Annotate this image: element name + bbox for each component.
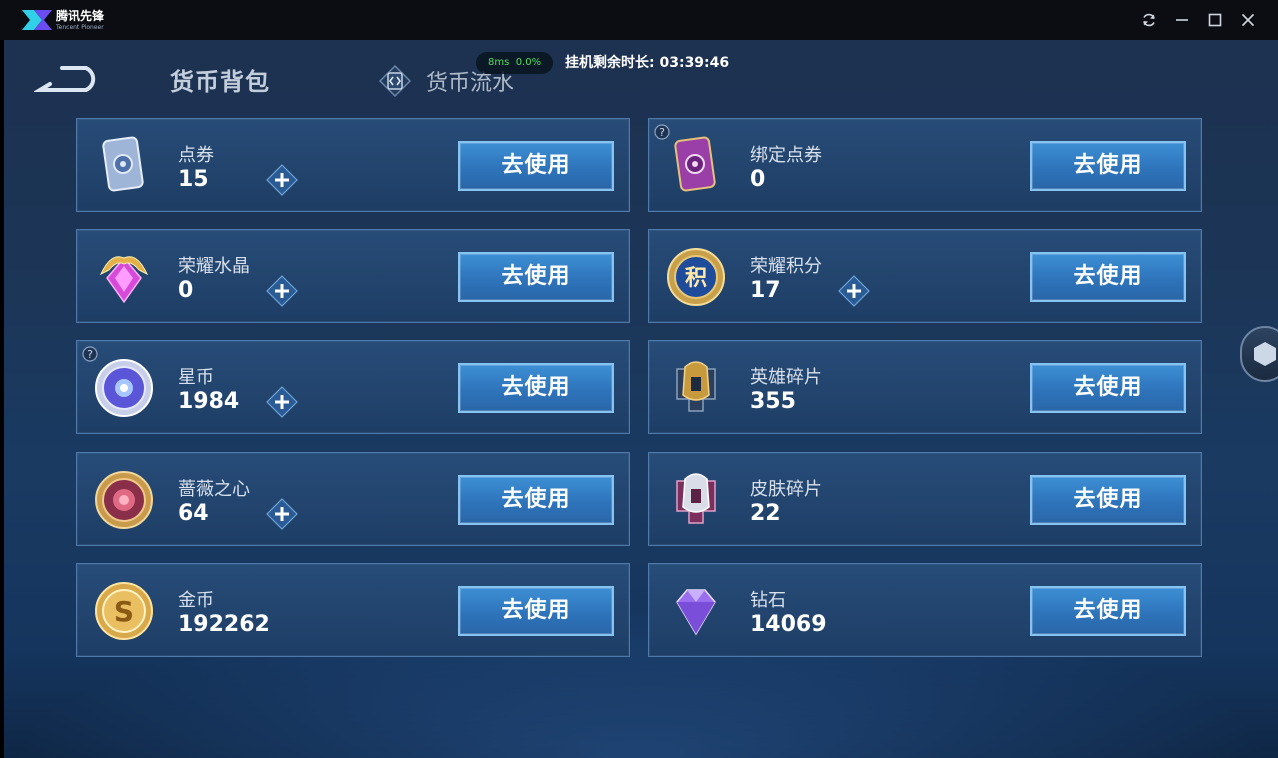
idle-timer-value: 03:39:46 (659, 55, 730, 71)
use-button[interactable]: 去使用 (458, 363, 614, 413)
currency-name: 绑定点券 (750, 145, 822, 166)
currency-name: 钻石 (750, 590, 786, 611)
add-plus-icon[interactable] (265, 385, 299, 419)
use-button[interactable]: 去使用 (458, 252, 614, 302)
close-icon[interactable] (1238, 10, 1258, 30)
currency-value: 17 (750, 278, 781, 303)
use-button[interactable]: 去使用 (458, 586, 614, 636)
currency-value: 15 (178, 167, 209, 192)
currency-value: 0 (178, 278, 194, 303)
flow-diamond-icon (378, 64, 412, 98)
glory-points-icon: 积 (667, 248, 725, 306)
add-plus-icon[interactable] (837, 274, 871, 308)
currency-name: 金币 (178, 590, 214, 611)
maximize-icon[interactable] (1205, 10, 1225, 30)
use-button[interactable]: 去使用 (1030, 252, 1186, 302)
refresh-icon[interactable] (1139, 10, 1159, 30)
idle-timer-label: 挂机剩余时长: (565, 55, 655, 71)
add-plus-icon[interactable] (265, 163, 299, 197)
currency-name: 蔷薇之心 (178, 479, 250, 500)
use-button[interactable]: 去使用 (458, 475, 614, 525)
currency-name: 荣耀水晶 (178, 256, 250, 277)
game-viewport: 货币背包 货币流水 8ms 0.0% 挂机剩余时长: 03:39:46 点券 15… (4, 40, 1278, 758)
side-expand-handle[interactable] (1240, 326, 1278, 382)
currency-value: 22 (750, 501, 781, 526)
page-title: 货币背包 (170, 68, 270, 96)
use-button[interactable]: 去使用 (458, 141, 614, 191)
currency-card: 钻石 14069 去使用 (648, 563, 1202, 657)
add-plus-icon[interactable] (265, 497, 299, 531)
currency-value: 14069 (750, 612, 827, 637)
svg-text:S: S (114, 595, 134, 628)
gold-coin-icon: S (95, 582, 153, 640)
app-name: 腾讯先锋 (56, 9, 105, 23)
use-button[interactable]: 去使用 (1030, 586, 1186, 636)
currency-card: 英雄碎片 355 去使用 (648, 340, 1202, 434)
bound-voucher-card-icon (674, 136, 716, 192)
currency-card: S 金币 192262 去使用 (76, 563, 630, 657)
currency-value: 1984 (178, 389, 240, 414)
currency-card: 积 荣耀积分 17 去使用 (648, 229, 1202, 323)
glory-crystal-icon (99, 256, 149, 304)
skin-fragment-icon (676, 473, 716, 524)
currency-card: 点券 15 去使用 (76, 118, 630, 212)
hexagon-icon (1254, 342, 1276, 366)
add-plus-icon[interactable] (265, 274, 299, 308)
app-logo-icon (22, 10, 52, 30)
currency-value: 192262 (178, 612, 270, 637)
currency-name: 荣耀积分 (750, 256, 822, 277)
use-button[interactable]: 去使用 (1030, 141, 1186, 191)
app-subtitle: Tencent Pioneer (56, 24, 104, 31)
diamond-icon (676, 589, 716, 636)
currency-name: 英雄碎片 (750, 367, 822, 388)
currency-card: 皮肤碎片 22 去使用 (648, 452, 1202, 546)
currency-name: 点券 (178, 145, 214, 166)
packet-loss-value: 0.0% (515, 57, 542, 68)
currency-card: 蔷薇之心 64 去使用 (76, 452, 630, 546)
currency-card: 荣耀水晶 0 去使用 (76, 229, 630, 323)
back-arrow-icon[interactable] (34, 62, 102, 96)
window-titlebar: 腾讯先锋 Tencent Pioneer (0, 0, 1278, 40)
minimize-icon[interactable] (1172, 10, 1192, 30)
use-button[interactable]: 去使用 (1030, 363, 1186, 413)
star-coin-icon (95, 359, 153, 417)
voucher-card-icon (102, 136, 144, 192)
currency-name: 星币 (178, 367, 214, 388)
currency-value: 355 (750, 389, 796, 414)
use-button[interactable]: 去使用 (1030, 475, 1186, 525)
svg-text:积: 积 (685, 266, 707, 291)
currency-card: ? 绑定点券 0 去使用 (648, 118, 1202, 212)
network-status-badge: 8ms 0.0% (476, 52, 554, 74)
currency-card: ? 星币 1984 去使用 (76, 340, 630, 434)
hero-fragment-icon (676, 361, 716, 412)
rose-heart-icon (95, 471, 153, 529)
idle-timer: 挂机剩余时长: 03:39:46 (565, 52, 729, 74)
currency-value: 0 (750, 167, 766, 192)
currency-name: 皮肤碎片 (750, 479, 822, 500)
ping-value: 8ms (488, 57, 510, 68)
currency-value: 64 (178, 501, 209, 526)
